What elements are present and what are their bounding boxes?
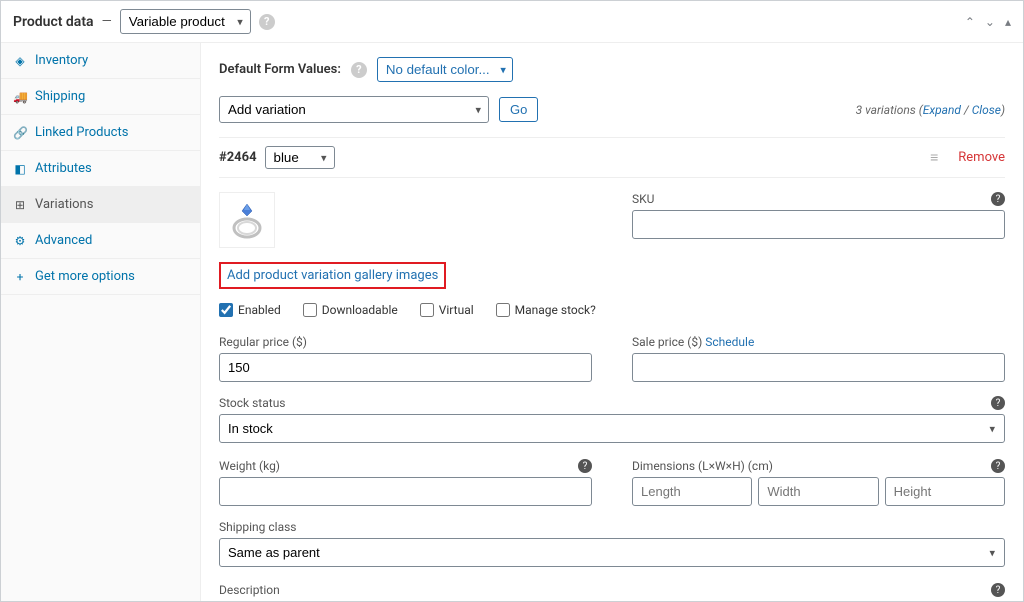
default-form-label: Default Form Values: (219, 62, 341, 77)
remove-link[interactable]: Remove (958, 150, 1005, 165)
chevron-up-icon[interactable]: ⌃ (965, 15, 975, 29)
help-icon[interactable]: ? (351, 62, 367, 78)
variation-id: #2464 (219, 150, 257, 165)
help-icon[interactable]: ? (578, 459, 592, 473)
sidebar-item-attributes[interactable]: ◧ Attributes (1, 151, 200, 187)
sale-price-input[interactable] (632, 353, 1005, 382)
variation-action-select[interactable]: Add variation (219, 96, 489, 123)
triangle-up-icon[interactable]: ▴ (1005, 15, 1011, 29)
sidebar: ◈ Inventory 🚚 Shipping 🔗 Linked Products ◧ A… (1, 43, 201, 602)
help-icon[interactable]: ? (991, 396, 1005, 410)
sidebar-item-label: Variations (35, 197, 93, 212)
sidebar-item-label: Advanced (35, 233, 92, 248)
sidebar-item-inventory[interactable]: ◈ Inventory (1, 43, 200, 79)
help-icon[interactable]: ? (991, 192, 1005, 206)
sidebar-item-linked-products[interactable]: 🔗 Linked Products (1, 115, 200, 151)
variation-attribute-select[interactable]: blue (265, 146, 335, 169)
sidebar-item-advanced[interactable]: ⚙ Advanced (1, 223, 200, 259)
sidebar-item-get-more[interactable]: + Get more options (1, 259, 200, 295)
shipping-class-select[interactable]: Same as parent (219, 538, 1005, 567)
length-input[interactable] (632, 477, 752, 506)
sale-price-label: Sale price ($) Schedule (632, 335, 1005, 349)
sidebar-item-shipping[interactable]: 🚚 Shipping (1, 79, 200, 115)
shipping-class-label: Shipping class (219, 520, 1005, 534)
chevron-down-icon[interactable]: ⌄ (985, 15, 995, 29)
help-icon[interactable]: ? (991, 583, 1005, 597)
add-gallery-images-link[interactable]: Add product variation gallery images (219, 262, 446, 289)
sidebar-item-label: Inventory (35, 53, 88, 68)
stock-status-label: Stock status (219, 396, 1005, 410)
manage-stock-checkbox[interactable]: Manage stock? (496, 303, 596, 317)
regular-price-label: Regular price ($) (219, 335, 592, 349)
link-icon: 🔗 (13, 126, 27, 140)
virtual-checkbox[interactable]: Virtual (420, 303, 474, 317)
product-type-select[interactable]: Variable product (120, 9, 251, 34)
plus-icon: + (13, 270, 27, 284)
sku-label: SKU (632, 192, 1005, 206)
default-form-select[interactable]: No default color... (377, 57, 513, 82)
ring-icon (225, 198, 269, 242)
width-input[interactable] (758, 477, 878, 506)
sidebar-item-variations[interactable]: ⊞ Variations (1, 187, 200, 223)
close-link[interactable]: Close (972, 103, 1001, 117)
variations-icon: ⊞ (13, 198, 27, 212)
description-label: Description (219, 583, 1005, 597)
sidebar-item-label: Linked Products (35, 125, 128, 140)
dimensions-label: Dimensions (L×W×H) (cm) (632, 459, 1005, 473)
weight-label: Weight (kg) (219, 459, 592, 473)
help-icon[interactable]: ? (259, 14, 275, 30)
sidebar-item-label: Shipping (35, 89, 85, 104)
help-icon[interactable]: ? (991, 459, 1005, 473)
title-dash: — (102, 14, 112, 29)
shipping-icon: 🚚 (13, 90, 27, 104)
sku-input[interactable] (632, 210, 1005, 239)
panel-header: Product data — Variable product ? ⌃ ⌄ ▴ (1, 1, 1023, 43)
sidebar-item-label: Attributes (35, 161, 92, 176)
panel-title: Product data (13, 14, 94, 30)
variations-count: 3 variations (Expand / Close) (856, 103, 1005, 117)
regular-price-input[interactable] (219, 353, 592, 382)
gear-icon: ⚙ (13, 234, 27, 248)
schedule-link[interactable]: Schedule (705, 335, 754, 349)
attributes-icon: ◧ (13, 162, 27, 176)
weight-input[interactable] (219, 477, 592, 506)
height-input[interactable] (885, 477, 1005, 506)
inventory-icon: ◈ (13, 54, 27, 68)
drag-handle-icon[interactable]: ≡ (930, 149, 938, 166)
expand-link[interactable]: Expand (923, 103, 961, 117)
variation-image-thumb[interactable] (219, 192, 275, 248)
downloadable-checkbox[interactable]: Downloadable (303, 303, 398, 317)
enabled-checkbox[interactable]: Enabled (219, 303, 281, 317)
sidebar-item-label: Get more options (35, 269, 135, 284)
go-button[interactable]: Go (499, 97, 538, 122)
stock-status-select[interactable]: In stock (219, 414, 1005, 443)
